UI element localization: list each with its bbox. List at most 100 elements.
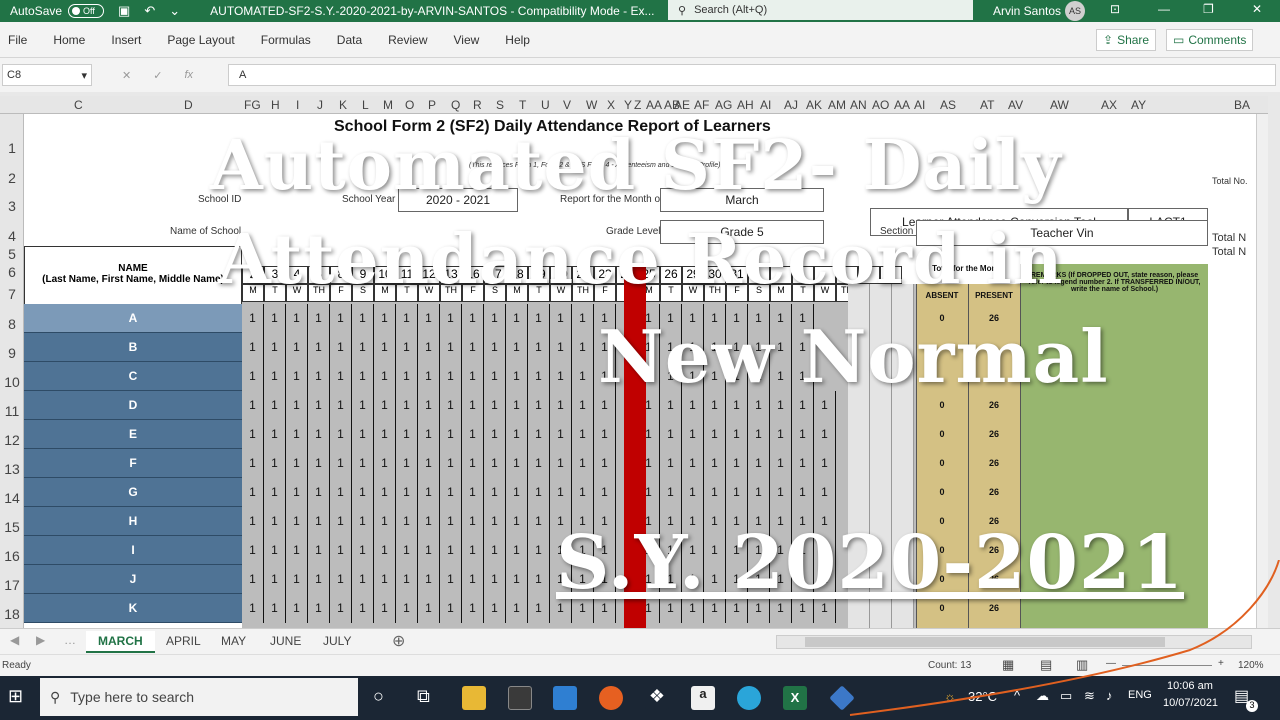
undo-icon[interactable]: ↶ xyxy=(144,3,155,19)
attendance-mark-cell[interactable]: 1 xyxy=(242,449,264,478)
attendance-mark-cell[interactable]: 1 xyxy=(242,594,264,623)
column-header[interactable]: U xyxy=(541,98,550,112)
tab-march[interactable]: MARCH xyxy=(86,631,155,653)
row-header[interactable]: 7 xyxy=(0,286,24,302)
attendance-mark-cell[interactable]: 1 xyxy=(484,594,506,623)
next-sheet-icon[interactable]: ▶ xyxy=(36,633,45,647)
column-header[interactable]: AK xyxy=(806,98,822,112)
amazon-icon[interactable]: a xyxy=(691,686,715,710)
attendance-mark-cell[interactable]: 1 xyxy=(418,507,440,536)
attendance-mark-cell[interactable]: 1 xyxy=(440,333,462,362)
menu-file[interactable]: File xyxy=(0,33,40,47)
attendance-mark-cell[interactable]: 1 xyxy=(726,478,748,507)
attendance-mark-cell[interactable]: 1 xyxy=(594,449,616,478)
row-header[interactable]: 16 xyxy=(0,548,24,564)
attendance-mark-cell[interactable]: 1 xyxy=(330,449,352,478)
attendance-mark-cell[interactable]: 1 xyxy=(660,478,682,507)
attendance-mark-cell[interactable]: 1 xyxy=(418,420,440,449)
file-explorer-icon[interactable] xyxy=(462,686,486,710)
column-header[interactable]: AI xyxy=(760,98,771,112)
menu-insert[interactable]: Insert xyxy=(98,33,154,47)
user-name[interactable]: Arvin Santos xyxy=(993,4,1061,18)
column-header[interactable]: L xyxy=(362,98,369,112)
attendance-mark-cell[interactable]: 1 xyxy=(440,362,462,391)
save-icon[interactable]: ▣ xyxy=(118,3,130,19)
attendance-mark-cell[interactable]: 1 xyxy=(528,536,550,565)
attendance-mark-cell[interactable]: 1 xyxy=(506,391,528,420)
column-header[interactable]: J xyxy=(317,98,323,112)
add-sheet-icon[interactable]: ⊕ xyxy=(392,631,405,651)
column-header[interactable]: W xyxy=(586,98,597,112)
attendance-mark-cell[interactable]: 1 xyxy=(352,449,374,478)
attendance-mark-cell[interactable]: 1 xyxy=(330,565,352,594)
row-header[interactable]: 13 xyxy=(0,461,24,477)
attendance-mark-cell[interactable]: 1 xyxy=(550,362,572,391)
cortana-icon[interactable]: ○ xyxy=(373,686,384,707)
menu-formulas[interactable]: Formulas xyxy=(248,33,324,47)
attendance-mark-cell[interactable]: 1 xyxy=(396,362,418,391)
function-icon[interactable]: fx xyxy=(184,69,193,82)
attendance-mark-cell[interactable]: 1 xyxy=(506,362,528,391)
attendance-mark-cell[interactable]: 1 xyxy=(396,594,418,623)
attendance-mark-cell[interactable]: 1 xyxy=(242,362,264,391)
attendance-mark-cell[interactable]: 1 xyxy=(396,304,418,333)
tab-april[interactable]: APRIL xyxy=(154,631,213,653)
column-header[interactable]: AW xyxy=(1050,98,1069,112)
attendance-mark-cell[interactable]: 1 xyxy=(374,362,396,391)
row-header[interactable]: 4 xyxy=(0,228,24,244)
attendance-mark-cell[interactable]: 1 xyxy=(506,449,528,478)
attendance-mark-cell[interactable]: 1 xyxy=(748,449,770,478)
column-header[interactable]: S xyxy=(496,98,504,112)
attendance-mark-cell[interactable]: 1 xyxy=(440,478,462,507)
attendance-mark-cell[interactable]: 1 xyxy=(704,449,726,478)
attendance-mark-cell[interactable]: 1 xyxy=(242,391,264,420)
tab-july[interactable]: JULY xyxy=(311,631,363,653)
attendance-mark-cell[interactable]: 1 xyxy=(418,536,440,565)
menu-help[interactable]: Help xyxy=(492,33,543,47)
column-header[interactable]: AI xyxy=(914,98,925,112)
attendance-mark-cell[interactable]: 1 xyxy=(352,362,374,391)
attendance-mark-cell[interactable]: 1 xyxy=(550,478,572,507)
column-header[interactable]: AE xyxy=(674,98,690,112)
attendance-mark-cell[interactable]: 1 xyxy=(374,478,396,507)
attendance-mark-cell[interactable]: 1 xyxy=(484,507,506,536)
attendance-mark-cell[interactable]: 1 xyxy=(418,333,440,362)
attendance-mark-cell[interactable]: 1 xyxy=(264,420,286,449)
learner-name-cell[interactable]: I xyxy=(24,536,242,565)
attendance-mark-cell[interactable]: 1 xyxy=(506,420,528,449)
attendance-mark-cell[interactable]: 1 xyxy=(308,478,330,507)
firefox-icon[interactable] xyxy=(599,686,623,710)
dropbox-icon[interactable]: ❖ xyxy=(645,686,669,710)
row-header[interactable]: 11 xyxy=(0,403,24,419)
attendance-mark-cell[interactable]: 1 xyxy=(506,507,528,536)
attendance-mark-cell[interactable]: 1 xyxy=(528,362,550,391)
attendance-mark-cell[interactable]: 1 xyxy=(682,449,704,478)
attendance-mark-cell[interactable]: 1 xyxy=(242,333,264,362)
search-box[interactable]: ⚲ Search (Alt+Q) xyxy=(668,0,973,20)
column-header[interactable]: AY xyxy=(1131,98,1146,112)
attendance-mark-cell[interactable]: 1 xyxy=(374,536,396,565)
attendance-mark-cell[interactable]: 1 xyxy=(396,391,418,420)
attendance-mark-cell[interactable]: 1 xyxy=(682,478,704,507)
attendance-mark-cell[interactable]: 1 xyxy=(242,478,264,507)
column-header[interactable]: AT xyxy=(980,98,994,112)
learner-name-cell[interactable]: C xyxy=(24,362,242,391)
cancel-icon[interactable]: ✕ xyxy=(122,69,131,82)
attendance-mark-cell[interactable]: 1 xyxy=(792,420,814,449)
attendance-mark-cell[interactable]: 1 xyxy=(308,362,330,391)
attendance-mark-cell[interactable]: 1 xyxy=(550,333,572,362)
column-header[interactable]: T xyxy=(519,98,526,112)
attendance-mark-cell[interactable]: 1 xyxy=(286,362,308,391)
attendance-mark-cell[interactable]: 1 xyxy=(418,362,440,391)
attendance-mark-cell[interactable]: 1 xyxy=(396,333,418,362)
attendance-mark-cell[interactable]: 1 xyxy=(352,333,374,362)
attendance-mark-cell[interactable]: 1 xyxy=(528,565,550,594)
column-header[interactable]: X xyxy=(607,98,615,112)
learner-name-cell[interactable]: E xyxy=(24,420,242,449)
attendance-mark-cell[interactable]: 1 xyxy=(550,304,572,333)
row-header[interactable]: 1 xyxy=(0,140,24,156)
column-header[interactable]: AJ xyxy=(784,98,798,112)
attendance-mark-cell[interactable]: 1 xyxy=(484,565,506,594)
attendance-mark-cell[interactable]: 1 xyxy=(572,362,594,391)
learner-name-cell[interactable]: D xyxy=(24,391,242,420)
